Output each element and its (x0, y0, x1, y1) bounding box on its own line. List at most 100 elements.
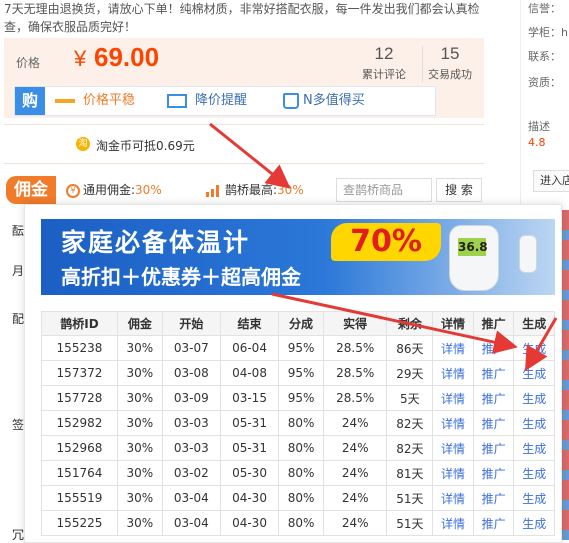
promote-link[interactable]: 推广 (472, 460, 515, 486)
general-commission-value: 30% (135, 183, 162, 197)
column-header: 分成 (278, 311, 324, 336)
promote-link[interactable]: 推广 (472, 385, 515, 411)
table-cell: 03-08 (161, 360, 221, 386)
price-trend-button[interactable]: 价格平稳 (55, 87, 135, 115)
table-cell: 04-08 (219, 360, 280, 386)
table-cell: 30% (116, 335, 163, 361)
flat-line-icon (55, 98, 75, 103)
contact-label: 联系： (528, 50, 561, 63)
trades-stat[interactable]: 15 交易成功 (418, 42, 482, 82)
promote-link[interactable]: 推广 (472, 485, 515, 511)
enter-shop-button[interactable]: 进入店 (533, 170, 569, 192)
column-header: 实得 (322, 311, 388, 336)
details-link[interactable]: 详情 (432, 360, 474, 386)
max-commission[interactable]: 鹊桥最高:30% (206, 176, 304, 204)
table-cell: 28.5% (322, 360, 388, 386)
details-link[interactable]: 详情 (432, 335, 474, 361)
column-header: 佣金 (116, 311, 163, 336)
banner-subtitle: 高折扣＋优惠券＋超高佣金 (61, 265, 301, 289)
bar-chart-icon (206, 184, 222, 197)
table-cell: 80% (278, 460, 324, 486)
promote-link[interactable]: 推广 (472, 410, 515, 436)
table-cell: 24% (322, 485, 388, 511)
table-header-row: 鹊桥ID 佣金 开始 结束 分成 实得 剩余 详情 推广 生成 (41, 311, 555, 336)
generate-link[interactable]: 生成 (513, 335, 555, 361)
table-cell: 152982 (41, 410, 118, 436)
search-button[interactable]: 搜 索 (436, 178, 482, 202)
promote-link[interactable]: 推广 (472, 360, 515, 386)
promo-banner[interactable]: 家庭必备体温计 70% 高折扣＋优惠券＋超高佣金 36.8 (41, 219, 555, 295)
generate-link[interactable]: 生成 (513, 435, 555, 461)
promote-link[interactable]: 推广 (472, 510, 515, 536)
trades-label: 交易成功 (428, 68, 472, 81)
credit-label: 信誉： (528, 2, 561, 15)
table-row: 151764 30% 03-02 05-30 80% 24% 81天 详情 推广 生成 (41, 460, 555, 486)
queqiao-popup: 家庭必备体温计 70% 高折扣＋优惠券＋超高佣金 36.8 鹊桥ID 佣金 开始 结束… (24, 204, 562, 543)
gou-badge[interactable]: 购 (15, 87, 45, 115)
table-cell: 5天 (386, 385, 434, 411)
generate-link[interactable]: 生成 (513, 360, 555, 386)
trades-count: 15 (440, 44, 460, 63)
table-row: 155519 30% 03-04 04-30 80% 24% 51天 详情 推广 生成 (41, 485, 555, 511)
side-fragment: 酝 (12, 224, 25, 238)
price-alert-button[interactable]: 降价提醒 (167, 87, 247, 115)
side-fragment: 配 (12, 312, 25, 326)
table-cell: 95% (278, 335, 324, 361)
table-cell: 155519 (41, 485, 118, 511)
table-cell: 30% (116, 485, 163, 511)
price-currency: ¥ (74, 46, 87, 71)
table-cell: 29天 (386, 360, 434, 386)
table-row: 157728 30% 03-09 03-15 95% 28.5% 5天 详情 推广 生成 (41, 385, 555, 411)
table-row: 155238 30% 03-07 06-04 95% 28.5% 86天 详情 推广 生成 (41, 335, 555, 361)
details-link[interactable]: 详情 (432, 385, 474, 411)
generate-link[interactable]: 生成 (513, 460, 555, 486)
table-cell: 30% (116, 360, 163, 386)
generate-link[interactable]: 生成 (513, 385, 555, 411)
thermometer-image: 36.8 (449, 225, 499, 291)
commission-bar: 佣金 ¥ 通用佣金:30% 鹊桥最高:30% 查鹊桥商品 搜 索 (6, 176, 486, 204)
school-label: 学柜：h (528, 26, 568, 39)
details-link[interactable]: 详情 (432, 510, 474, 536)
details-link[interactable]: 详情 (432, 485, 474, 511)
commission-badge: 佣金 (6, 176, 56, 204)
banner-percent: 70% (331, 223, 441, 261)
qualification-label: 资质： (528, 76, 561, 89)
details-link[interactable]: 详情 (432, 410, 474, 436)
table-cell: 51天 (386, 510, 434, 536)
generate-link[interactable]: 生成 (513, 510, 555, 536)
column-header: 推广 (472, 311, 515, 336)
product-description: 7天无理由退换货，请放心下单！纯棉材质，非常好搭配衣服，每一件发出我们都会认真检… (4, 2, 480, 34)
table-row: 152968 30% 03-03 05-31 80% 24% 82天 详情 推广 生成 (41, 435, 555, 461)
worth-buy-button[interactable]: N多值得买 (283, 87, 365, 115)
details-link[interactable]: 详情 (432, 435, 474, 461)
taojin-coin-row: 淘 淘金币可抵0.69元 (4, 124, 484, 164)
money-bag-icon: ¥ (66, 183, 80, 198)
table-body: 155238 30% 03-07 06-04 95% 28.5% 86天 详情 推广 生成 1573… (41, 335, 555, 536)
table-cell: 157728 (41, 385, 118, 411)
column-header: 生成 (513, 311, 555, 336)
taojin-coin-text: 淘金币可抵0.69元 (96, 139, 195, 153)
max-commission-value: 30% (277, 183, 304, 197)
reviews-label: 累计评论 (362, 68, 406, 81)
general-commission-label: 通用佣金: (83, 183, 136, 197)
promote-link[interactable]: 推广 (472, 335, 515, 361)
table-cell: 03-09 (161, 385, 221, 411)
worth-buy-label: N多值得买 (303, 93, 365, 108)
promote-link[interactable]: 推广 (472, 435, 515, 461)
details-link[interactable]: 详情 (432, 460, 474, 486)
price-label: 价格 (16, 56, 41, 70)
table-cell: 152968 (41, 435, 118, 461)
generate-link[interactable]: 生成 (513, 410, 555, 436)
reviews-stat[interactable]: 12 累计评论 (352, 42, 416, 82)
table-cell: 30% (116, 385, 163, 411)
table-cell: 95% (278, 360, 324, 386)
table-cell: 28.5% (322, 385, 388, 411)
generate-link[interactable]: 生成 (513, 485, 555, 511)
queqiao-search-input[interactable]: 查鹊桥商品 (336, 178, 432, 202)
table-cell: 04-30 (219, 510, 280, 536)
table-cell: 30% (116, 410, 163, 436)
envelope-icon (167, 93, 187, 108)
table-cell: 03-07 (161, 335, 221, 361)
table-cell: 24% (322, 460, 388, 486)
thermometer-screen: 36.8 (458, 238, 488, 256)
